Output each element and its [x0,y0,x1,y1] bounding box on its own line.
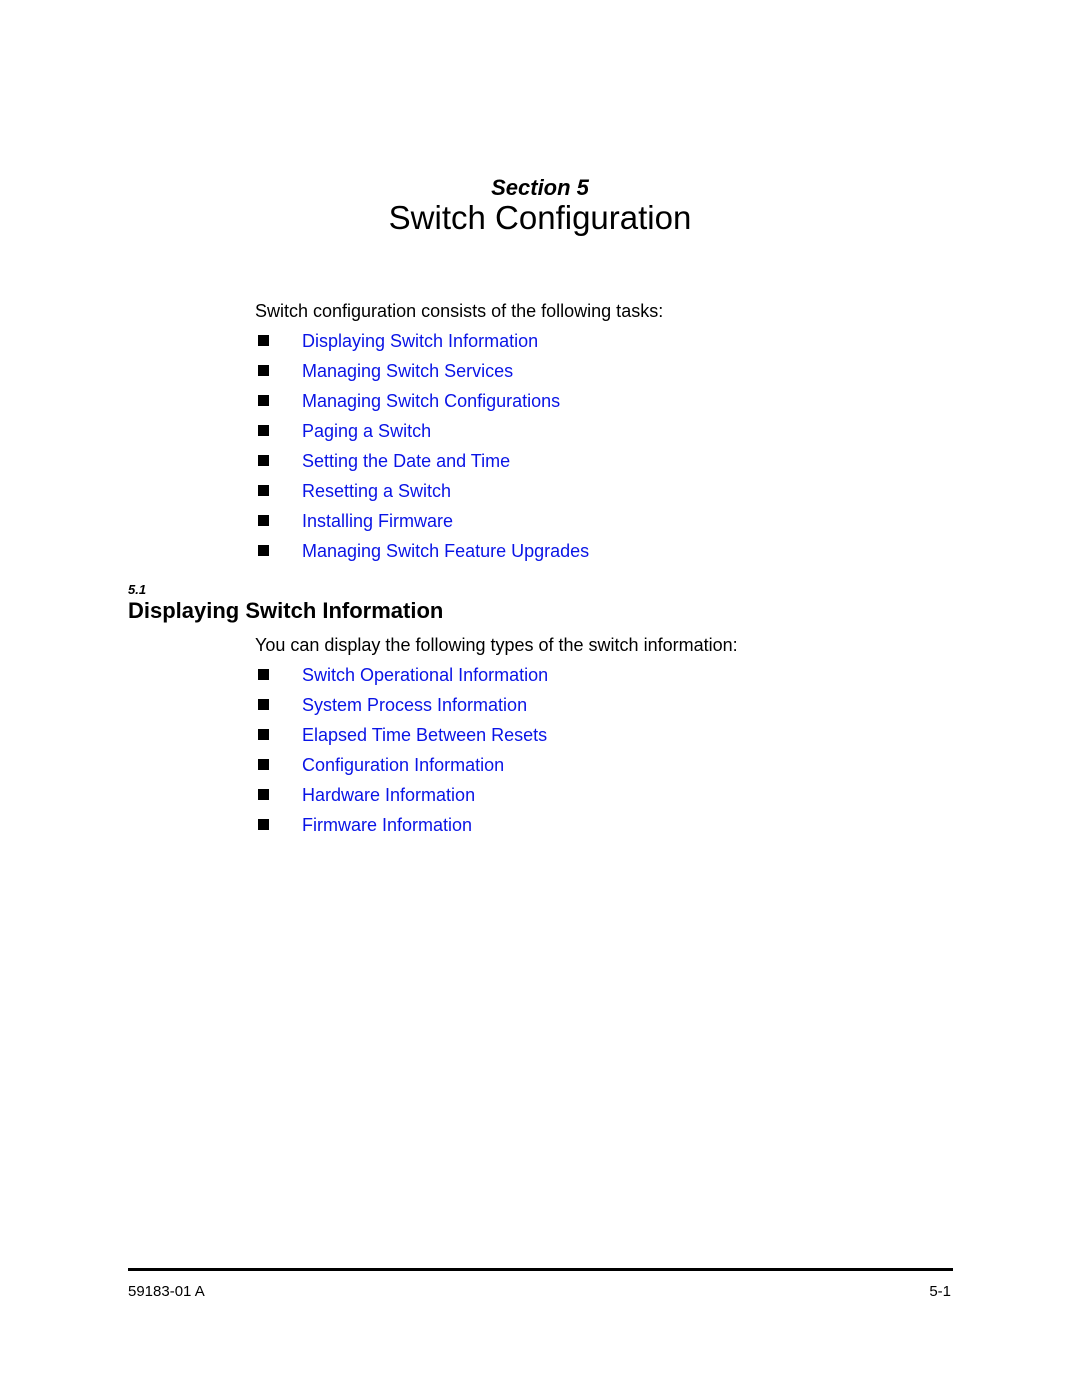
section-number: 5.1 [128,582,147,597]
page-title: Switch Configuration [388,199,692,236]
footer-rule [128,1268,953,1271]
link-system-process-information[interactable]: System Process Information [302,694,527,716]
intro-text: Switch configuration consists of the fol… [255,301,664,321]
footer-doc-id: 59183-01 A [128,1283,205,1300]
link-configuration-information[interactable]: Configuration Information [302,754,504,776]
link-firmware-information[interactable]: Firmware Information [302,814,472,836]
bullet-square-icon [258,729,269,740]
bullet-square-icon [258,699,269,710]
bullet-square-icon [258,335,269,346]
bullet-square-icon [258,455,269,466]
link-paging-a-switch[interactable]: Paging a Switch [302,420,431,442]
link-displaying-switch-information[interactable]: Displaying Switch Information [302,330,538,352]
section-intro-text: You can display the following types of t… [255,635,738,655]
bullet-square-icon [258,515,269,526]
link-setting-date-time[interactable]: Setting the Date and Time [302,450,510,472]
bullet-square-icon [258,819,269,830]
link-managing-feature-upgrades[interactable]: Managing Switch Feature Upgrades [302,540,589,562]
bullet-square-icon [258,485,269,496]
bullet-square-icon [258,365,269,376]
bullet-square-icon [258,789,269,800]
bullet-square-icon [258,669,269,680]
link-hardware-information[interactable]: Hardware Information [302,784,475,806]
bullet-square-icon [258,759,269,770]
link-resetting-a-switch[interactable]: Resetting a Switch [302,480,451,502]
section-heading: Displaying Switch Information [128,598,444,623]
link-installing-firmware[interactable]: Installing Firmware [302,510,453,532]
link-elapsed-time-between-resets[interactable]: Elapsed Time Between Resets [302,724,547,746]
bullet-square-icon [258,545,269,556]
link-managing-switch-services[interactable]: Managing Switch Services [302,360,513,382]
bullet-square-icon [258,425,269,436]
bullet-square-icon [258,395,269,406]
link-switch-operational-information[interactable]: Switch Operational Information [302,664,548,686]
link-managing-switch-configurations[interactable]: Managing Switch Configurations [302,390,560,412]
footer-page-number: 5-1 [929,1283,951,1300]
